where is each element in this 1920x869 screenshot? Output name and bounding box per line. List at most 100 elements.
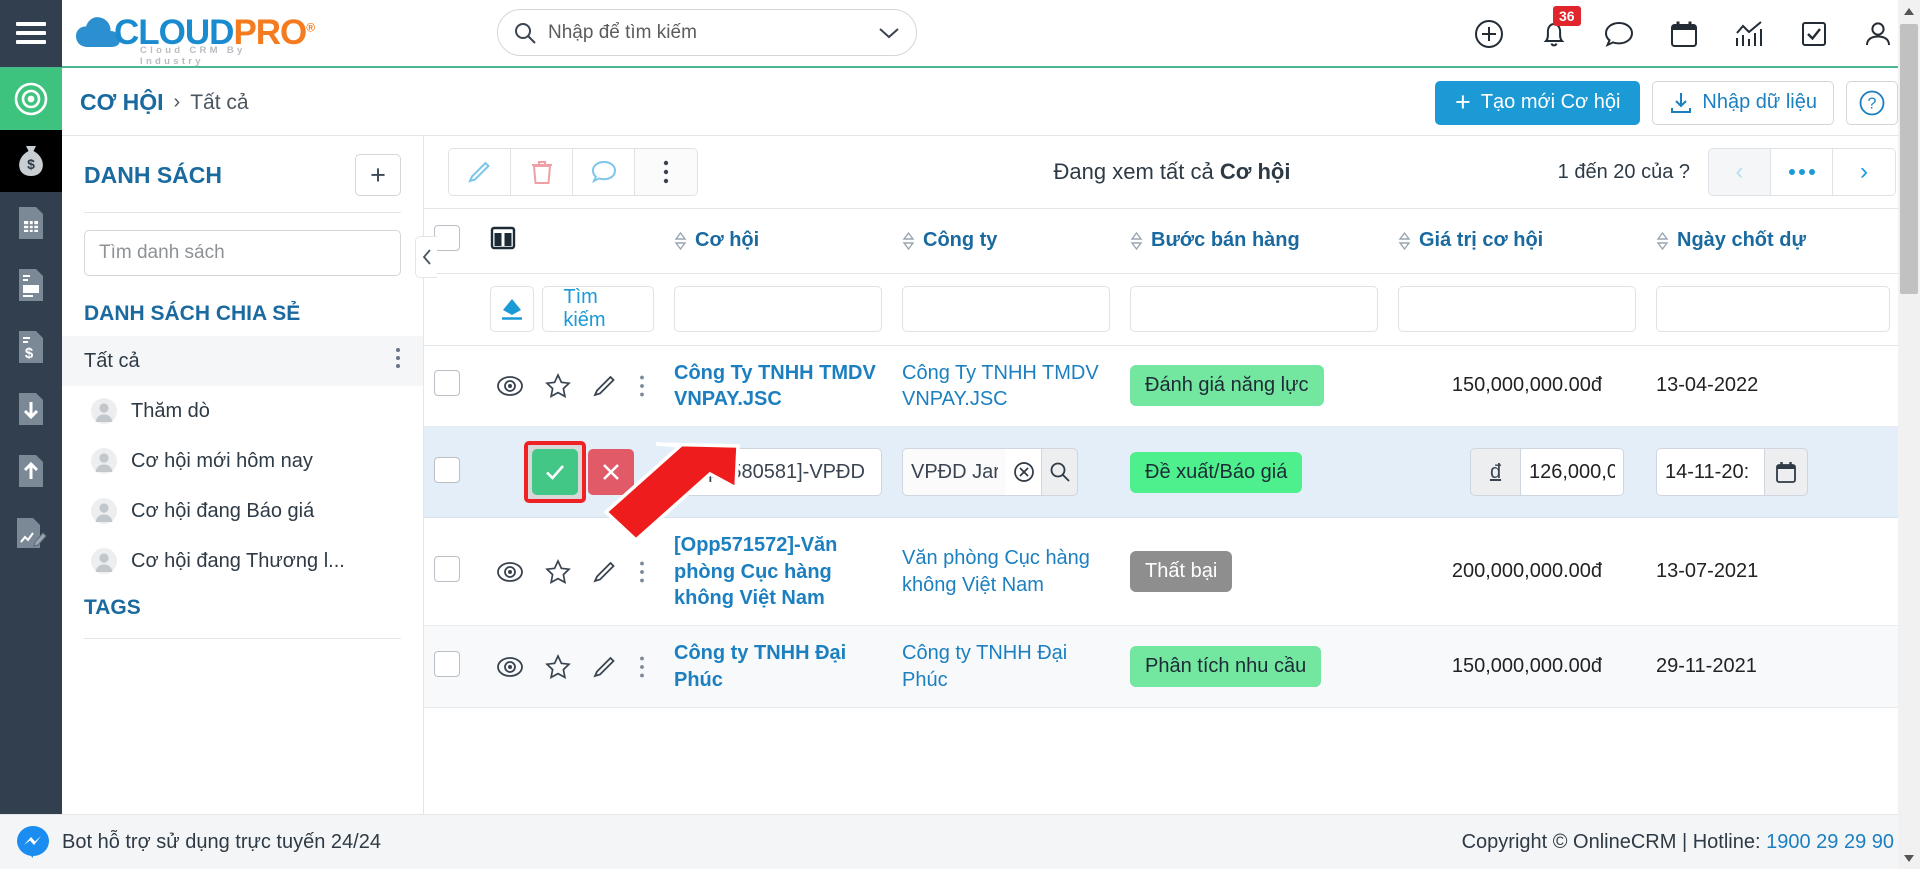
filter-opportunity-input[interactable] — [674, 286, 882, 332]
eye-icon[interactable] — [496, 656, 524, 678]
clear-filters-button[interactable] — [490, 286, 535, 332]
create-opportunity-button[interactable]: + Tạo mới Cơ hội — [1435, 80, 1641, 125]
list-search-input[interactable] — [99, 242, 386, 264]
next-page-button[interactable]: › — [1833, 149, 1895, 195]
pencil-icon[interactable] — [592, 654, 618, 680]
more-vertical-icon[interactable] — [639, 374, 645, 398]
app-logo[interactable]: CLOUDPRO® Cloud CRM By Industry — [76, 13, 315, 67]
columns-layout-icon[interactable] — [490, 226, 516, 250]
stage-badge[interactable]: Đề xuất/Báo giá — [1130, 451, 1303, 493]
opportunity-link[interactable]: Công ty TNHH Đại Phúc — [674, 642, 846, 690]
eye-icon[interactable] — [496, 375, 524, 397]
more-vertical-icon[interactable] — [639, 655, 645, 679]
task-check-icon[interactable] — [1800, 20, 1828, 48]
filter-close-date-input[interactable] — [1656, 286, 1890, 332]
bulk-edit-button[interactable] — [449, 149, 511, 195]
table-row[interactable]: [Opp571572]-Văn phòng Cục hàng không Việ… — [424, 517, 1900, 627]
company-link[interactable]: Công ty TNHH Đại Phúc — [902, 642, 1067, 690]
rail-item-export[interactable] — [0, 440, 62, 502]
calendar-icon[interactable] — [1764, 448, 1808, 497]
edit-company-input[interactable] — [902, 448, 1006, 497]
star-icon[interactable] — [545, 653, 571, 680]
list-item-all[interactable]: Tất cả — [62, 336, 423, 386]
clear-circle-icon[interactable] — [1006, 448, 1042, 497]
bell-icon[interactable]: 36 — [1540, 6, 1581, 49]
user-icon[interactable] — [1864, 20, 1892, 49]
edit-value-input[interactable] — [1520, 448, 1624, 497]
column-header-company[interactable]: Công ty — [892, 209, 1120, 274]
column-header-opportunity[interactable]: Cơ hội — [664, 209, 892, 274]
breadcrumb-leaf[interactable]: Tất cả — [190, 91, 248, 115]
bulk-more-button[interactable] — [635, 149, 697, 195]
list-item[interactable]: Cơ hội đang Thương l... — [62, 536, 423, 586]
edit-opportunity-input[interactable] — [674, 448, 882, 497]
opportunity-link[interactable]: Công Ty TNHH TMDV VNPAY.JSC — [674, 362, 876, 410]
more-vertical-icon[interactable] — [639, 560, 645, 584]
row-checkbox[interactable] — [434, 370, 460, 397]
rail-item-reports[interactable] — [0, 502, 62, 564]
confirm-edit-button[interactable] — [532, 449, 578, 496]
column-header-close-date[interactable]: Ngày chốt dự — [1646, 209, 1900, 274]
sort-icon[interactable] — [1130, 231, 1143, 251]
list-item[interactable]: Cơ hội đang Báo giá — [62, 486, 423, 536]
row-checkbox[interactable] — [434, 456, 460, 483]
collapse-sidebar-button[interactable] — [415, 236, 437, 278]
cancel-edit-button[interactable] — [588, 449, 634, 496]
scroll-down-arrow-icon[interactable] — [1898, 847, 1920, 869]
sort-icon[interactable] — [674, 231, 687, 251]
breadcrumb-root[interactable]: CƠ HỘI — [80, 89, 164, 116]
prev-page-button[interactable]: ‹ — [1709, 149, 1771, 195]
scroll-up-arrow-icon[interactable] — [1898, 0, 1920, 22]
rail-item-revenue[interactable]: $ — [0, 130, 62, 192]
table-row[interactable]: Công Ty TNHH TMDV VNPAY.JSC Công Ty TNHH… — [424, 345, 1900, 428]
table-row-editing[interactable]: Đề xuất/Báo giá đ — [424, 426, 1900, 519]
list-item[interactable]: Thăm dò — [62, 386, 423, 436]
rail-item-import[interactable] — [0, 378, 62, 440]
chevron-down-icon[interactable] — [878, 26, 900, 40]
browser-scrollbar[interactable] — [1898, 0, 1920, 869]
rail-item-opportunities[interactable] — [0, 68, 62, 130]
support-bot-link[interactable]: Bot hỗ trợ sử dụng trực tuyến 24/24 — [16, 825, 381, 859]
row-checkbox[interactable] — [434, 651, 460, 678]
help-button[interactable]: ? — [1846, 80, 1898, 125]
pencil-icon[interactable] — [592, 373, 618, 399]
add-list-button[interactable]: + — [355, 154, 401, 196]
list-search-box[interactable] — [84, 230, 401, 276]
search-icon[interactable] — [1042, 448, 1078, 497]
global-search-input[interactable] — [548, 21, 870, 44]
star-icon[interactable] — [545, 558, 571, 585]
filter-company-input[interactable] — [902, 286, 1110, 332]
page-ellipsis-button[interactable] — [1771, 149, 1833, 195]
calendar-icon[interactable] — [1670, 20, 1698, 49]
select-all-checkbox[interactable] — [434, 225, 460, 252]
row-checkbox[interactable] — [434, 556, 460, 583]
filter-value-input[interactable] — [1398, 286, 1636, 332]
pencil-icon[interactable] — [592, 559, 618, 585]
sort-icon[interactable] — [1656, 231, 1669, 251]
sort-icon[interactable] — [1398, 231, 1411, 251]
star-icon[interactable] — [545, 372, 571, 399]
column-header-stage[interactable]: Bước bán hàng — [1120, 209, 1388, 274]
add-circle-icon[interactable] — [1474, 19, 1504, 49]
eye-icon[interactable] — [496, 561, 524, 583]
hotline-link[interactable]: 1900 29 29 90 — [1766, 831, 1894, 853]
rail-item-invoices[interactable]: $ — [0, 316, 62, 378]
filter-stage-input[interactable] — [1130, 286, 1378, 332]
global-search-box[interactable] — [497, 9, 917, 56]
apply-search-button[interactable]: Tìm kiếm — [542, 286, 654, 332]
company-link[interactable]: Công Ty TNHH TMDV VNPAY.JSC — [902, 362, 1099, 410]
column-header-value[interactable]: Giá trị cơ hội — [1388, 209, 1646, 274]
bulk-comment-button[interactable] — [573, 149, 635, 195]
chat-icon[interactable] — [1604, 20, 1634, 48]
company-link[interactable]: Văn phòng Cục hàng không Việt Nam — [902, 547, 1090, 595]
rail-item-quotes[interactable] — [0, 254, 62, 316]
hamburger-menu-button[interactable] — [0, 0, 62, 67]
list-item[interactable]: Cơ hội mới hôm nay — [62, 436, 423, 486]
bulk-delete-button[interactable] — [511, 149, 573, 195]
sort-icon[interactable] — [902, 231, 915, 251]
edit-close-date-input[interactable] — [1656, 448, 1764, 497]
analytics-icon[interactable] — [1734, 20, 1764, 49]
import-data-button[interactable]: Nhập dữ liệu — [1652, 80, 1834, 125]
opportunity-link[interactable]: [Opp571572]-Văn phòng Cục hàng không Việ… — [674, 534, 837, 609]
browser-scroll-thumb[interactable] — [1900, 24, 1918, 294]
